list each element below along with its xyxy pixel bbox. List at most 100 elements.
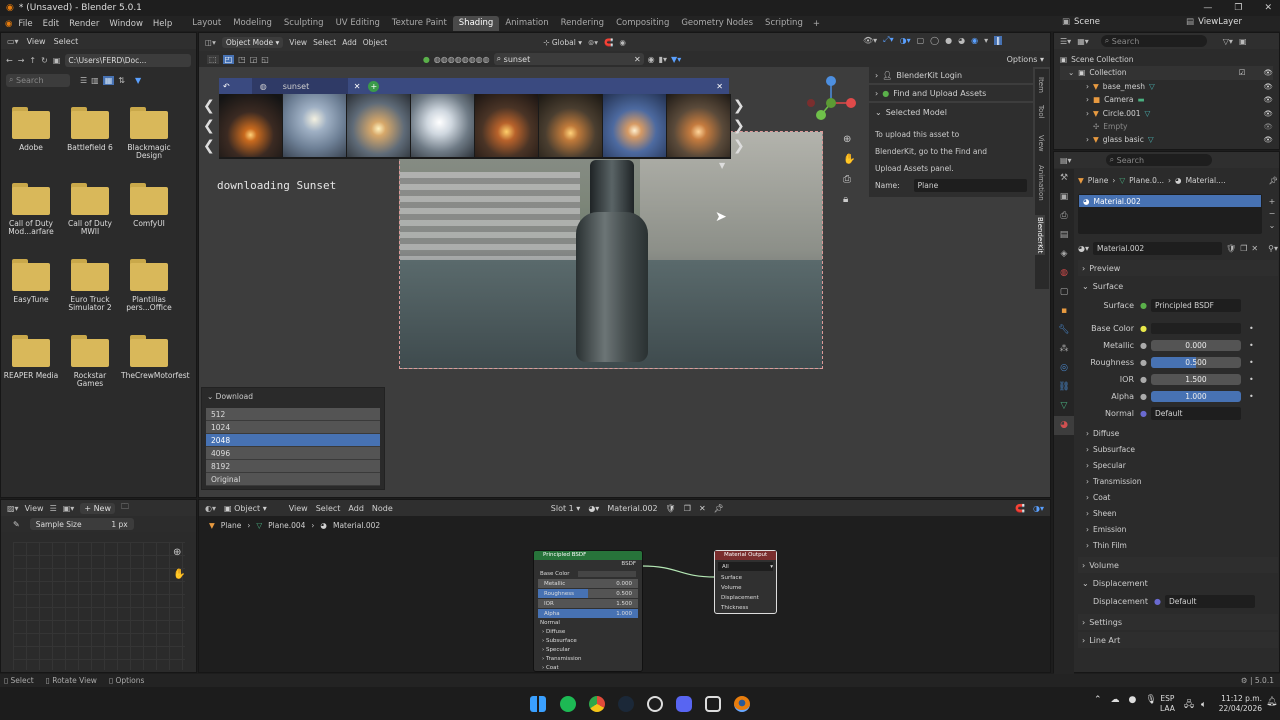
viewport-3d[interactable]: ◫▾ Object Mode ▾ View Select Add Object …	[198, 32, 1051, 498]
tab-texture-paint[interactable]: Texture Paint	[386, 16, 453, 31]
outliner-item[interactable]: › ▼ glass basic ▽ 👁	[1060, 133, 1273, 146]
keyframe-dot-icon[interactable]: •	[1249, 358, 1254, 367]
node-row-basecolor[interactable]: Base Color	[534, 569, 642, 578]
minimize-button[interactable]: —	[1203, 3, 1212, 13]
spotify-icon[interactable]	[560, 696, 576, 712]
lock-icon[interactable]: 🔒︎	[843, 190, 855, 210]
normal-field[interactable]: Default	[1150, 407, 1241, 420]
section-surface[interactable]: ⌄ Surface	[1078, 278, 1278, 294]
pivot-icon[interactable]: ⊚▾	[588, 38, 598, 47]
folder-item[interactable]: REAPER Media	[3, 335, 59, 380]
tray-app-icon[interactable]: ☁	[1111, 695, 1120, 705]
shading-material-icon[interactable]: ◕	[958, 36, 965, 45]
section-line-art[interactable]: › Line Art	[1078, 632, 1278, 648]
socket-surface[interactable]: Surface	[721, 573, 776, 583]
open-image-icon[interactable]: 🗀	[121, 501, 129, 515]
download-option[interactable]: 512	[206, 408, 380, 421]
slot-menu-icon[interactable]: ⌄	[1266, 220, 1278, 232]
menu-help[interactable]: Help	[153, 19, 172, 29]
base-color-swatch[interactable]	[1150, 323, 1241, 334]
subsection-sheen[interactable]: › Sheen	[1078, 506, 1278, 522]
folder-item[interactable]: Rockstar Games	[62, 335, 118, 388]
asset-thumbnail[interactable]	[411, 94, 474, 157]
scene-collection-row[interactable]: ▣ Scene Collection	[1060, 53, 1273, 66]
image-canvas[interactable]	[13, 542, 185, 670]
eye-closed-icon[interactable]: 👁	[1263, 120, 1273, 133]
tool-tab-icon[interactable]: ⚒	[1054, 169, 1074, 188]
tab-uv-editing[interactable]: UV Editing	[330, 16, 386, 31]
node-editor[interactable]: ◐▾ ▣ Object ▾ View Select Add Node Slot …	[198, 499, 1051, 673]
tab-item[interactable]: Item	[1037, 77, 1045, 93]
fb-select-menu[interactable]: Select	[54, 37, 79, 46]
properties-editor-icon[interactable]: ▤▾	[1060, 156, 1072, 165]
socket-displacement[interactable]: Displacement	[721, 593, 776, 603]
scene-tab-icon[interactable]: ◈	[1054, 245, 1074, 264]
download-option-selected[interactable]: 2048	[206, 434, 380, 447]
shading-dropdown-icon[interactable]: ▾	[984, 36, 988, 45]
pan-hand-icon[interactable]: ✋	[173, 564, 185, 586]
notification-icon[interactable]: 🔔︎	[1266, 697, 1277, 707]
outliner-item[interactable]: › ▼ Circle.001 ▽ 👁	[1060, 107, 1273, 120]
filter-icon[interactable]: ▼	[135, 76, 141, 85]
node-subpanel[interactable]: › Subsurface	[542, 637, 642, 646]
folder-item[interactable]: Battlefield 6	[62, 107, 118, 152]
refresh-icon[interactable]: ↻	[41, 56, 48, 65]
node-field-ior[interactable]: IOR 1.500	[538, 599, 638, 608]
shading-solid-icon[interactable]: ●	[945, 36, 952, 45]
subsection-thin-film[interactable]: › Thin Film	[1078, 538, 1278, 554]
eye-icon[interactable]: 👁	[1263, 133, 1273, 146]
keyframe-dot-icon[interactable]: •	[1249, 324, 1254, 333]
keyframe-dot-icon[interactable]: •	[1249, 341, 1254, 350]
bk-login-row[interactable]: › 👤︎ BlenderKit Login	[869, 67, 1033, 83]
asset-thumbnail[interactable]	[667, 94, 730, 157]
view-layer-tab-icon[interactable]: ▤	[1054, 226, 1074, 245]
collection-tab-icon[interactable]: ▢	[1054, 283, 1074, 302]
displacement-field[interactable]: Default	[1164, 595, 1255, 608]
metallic-field[interactable]: 0.000	[1150, 340, 1241, 351]
ie-view-menu[interactable]: View	[25, 504, 44, 513]
display-list-icon[interactable]: ☰	[80, 76, 87, 85]
viewlayer-name[interactable]: ViewLayer	[1198, 17, 1242, 27]
principled-bsdf-node[interactable]: Principled BSDF BSDF Base Color Metallic…	[533, 550, 643, 672]
asset-nav-right[interactable]: ❯ ❯ ❯	[733, 96, 745, 156]
tray-chevron-icon[interactable]: ⌃	[1094, 695, 1102, 705]
tab-tool[interactable]: Tool	[1037, 105, 1045, 119]
object-tab-icon[interactable]: ▪	[1054, 302, 1074, 321]
output-tab-icon[interactable]: ⎙	[1054, 207, 1074, 226]
camera-view-icon[interactable]: ⎙	[843, 170, 855, 190]
node-field-alpha[interactable]: Alpha 1.000	[538, 609, 638, 618]
pin-icon[interactable]: 📌︎	[1268, 176, 1278, 185]
new-image-button[interactable]: + New	[80, 502, 116, 514]
remove-slot-icon[interactable]: −	[1266, 208, 1278, 220]
select-extend-icon[interactable]: ◳	[238, 55, 246, 64]
outliner-item[interactable]: › ▼ base_mesh ▽ 👁	[1060, 80, 1273, 93]
select-invert-icon[interactable]: ◱	[261, 55, 269, 64]
collection-row[interactable]: ⌄ ▣ Collection ☑ 👁	[1060, 66, 1273, 80]
forward-icon[interactable]: →	[18, 56, 25, 65]
new-folder-icon[interactable]: ▣	[53, 56, 61, 65]
volume-icon[interactable]: 🔈︎	[1201, 700, 1206, 710]
material-browse-icon[interactable]: ◕▾	[1078, 244, 1089, 253]
section-displacement[interactable]: ⌄ Displacement	[1078, 575, 1278, 591]
editor-type-icon[interactable]: ▭▾	[7, 37, 19, 46]
bookmark-icon[interactable]: ▮▾	[659, 55, 667, 64]
close-window-button[interactable]: ✕	[1264, 3, 1272, 13]
tab-rendering[interactable]: Rendering	[555, 16, 610, 31]
asset-thumbnail[interactable]	[475, 94, 538, 157]
visibility-icon[interactable]: 👁▾	[863, 36, 877, 45]
folder-item[interactable]: EasyTune	[3, 259, 59, 304]
tab-sculpting[interactable]: Sculpting	[278, 16, 330, 31]
viewlayer-icon[interactable]: ▤	[1186, 17, 1194, 27]
socket-thickness[interactable]: Thickness	[721, 603, 776, 613]
microphone-icon[interactable]: 🎙︎	[1145, 695, 1156, 705]
sort-icon[interactable]: ⇅	[118, 76, 125, 85]
node-field-metallic[interactable]: Metallic 0.000	[538, 579, 638, 588]
subsection-emission[interactable]: › Emission	[1078, 522, 1278, 538]
chrome-icon[interactable]	[589, 696, 605, 712]
blender-taskbar-icon[interactable]	[734, 696, 750, 712]
alpha-field[interactable]: 1.000	[1150, 391, 1241, 402]
windows-start-icon[interactable]	[530, 696, 546, 712]
close-tab-icon[interactable]: ✕	[354, 82, 361, 91]
menu-window[interactable]: Window	[109, 19, 143, 29]
outliner-search-input[interactable]: ⌕ Search	[1100, 35, 1207, 47]
